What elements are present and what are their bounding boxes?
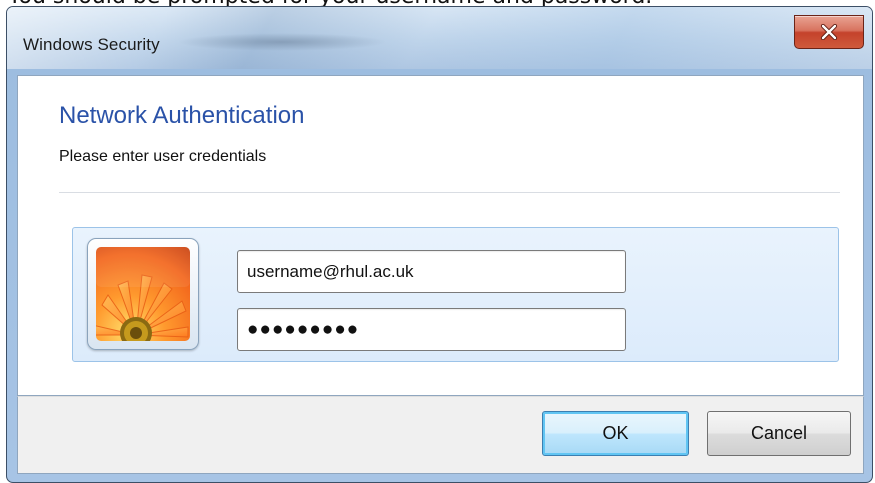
- windows-security-dialog: Windows Security Network Authentication …: [6, 6, 873, 483]
- username-field[interactable]: [237, 250, 626, 293]
- ok-button[interactable]: OK: [542, 411, 689, 456]
- screenshot-stage: You should be prompted for your username…: [0, 0, 875, 483]
- cancel-button[interactable]: Cancel: [707, 411, 851, 456]
- password-field[interactable]: [237, 308, 626, 351]
- dialog-content: Network Authentication Please enter user…: [17, 75, 864, 396]
- title-bar[interactable]: Windows Security: [7, 7, 872, 69]
- close-button[interactable]: [794, 15, 864, 49]
- credential-tile[interactable]: [72, 227, 839, 362]
- dialog-heading: Network Authentication: [59, 102, 305, 129]
- avatar: [87, 238, 199, 350]
- close-icon: [820, 24, 838, 40]
- user-avatar-flower-icon: [96, 247, 190, 341]
- dialog-footer: OK Cancel: [17, 396, 864, 474]
- window-title: Windows Security: [23, 35, 160, 54]
- dialog-subheading: Please enter user credentials: [59, 148, 267, 165]
- content-separator: [59, 192, 840, 193]
